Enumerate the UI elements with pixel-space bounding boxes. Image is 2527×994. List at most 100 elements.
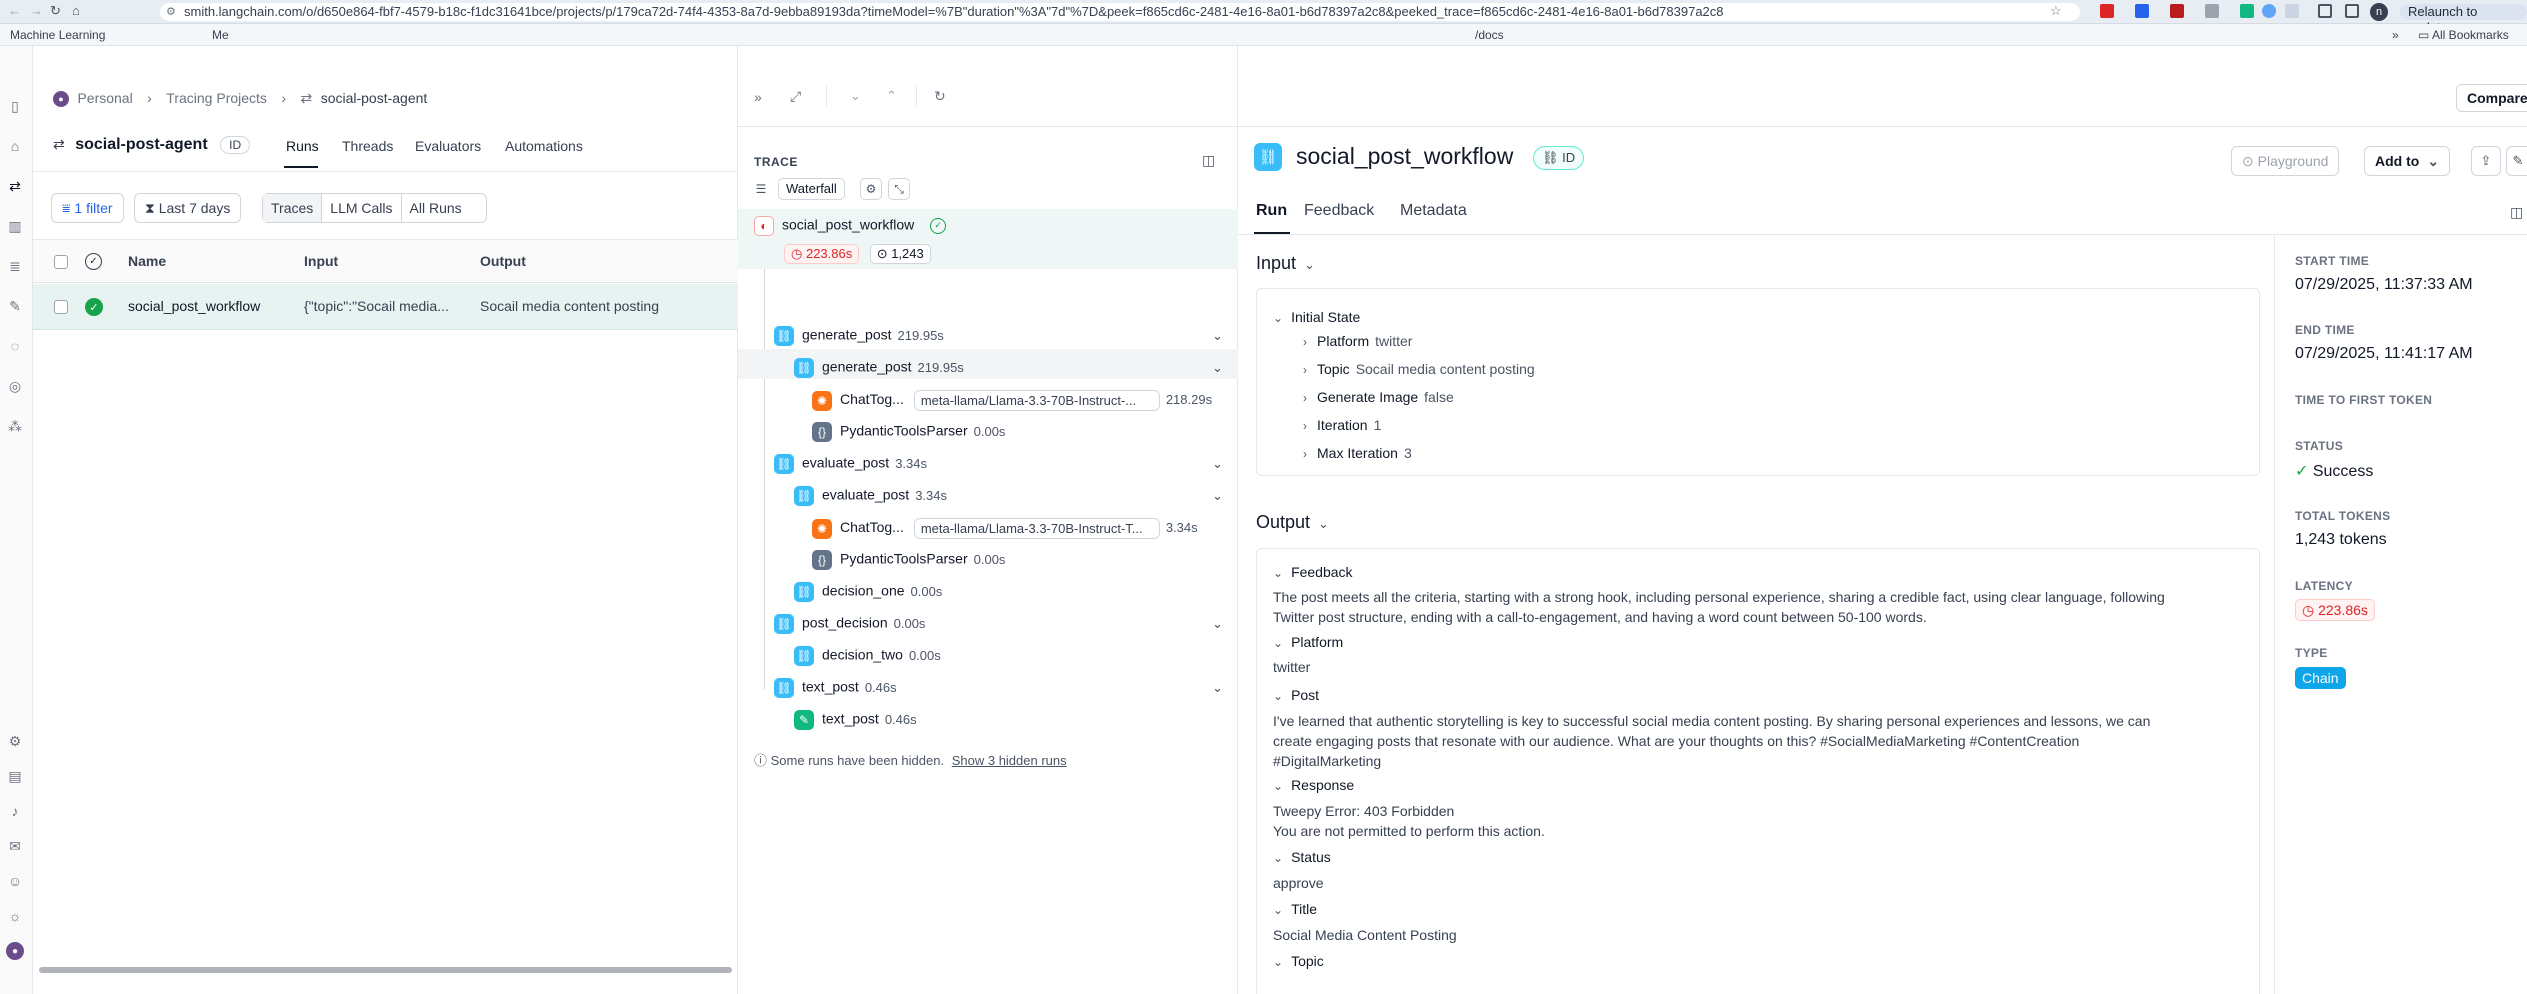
theme-icon[interactable]: ☼ (6, 907, 24, 925)
tab-automations[interactable]: Automations (505, 138, 583, 154)
waterfall-button[interactable]: Waterfall (778, 178, 845, 200)
prompts-icon[interactable]: ◌ (6, 337, 24, 355)
chevron-down-icon[interactable]: ⌄ (1212, 680, 1223, 696)
horizontal-scrollbar[interactable] (39, 967, 732, 973)
trace-root-node[interactable]: ◐ social_post_workflow ✓ (754, 216, 947, 236)
trace-node-decision-one[interactable]: ⛓ decision_one 0.00s (794, 582, 942, 602)
address-bar[interactable]: ⚙ smith.langchain.com/o/d650e864-fbf7-45… (160, 3, 2080, 21)
extension-icon[interactable] (2170, 4, 2184, 18)
settings-icon[interactable]: ⚙ (6, 732, 24, 750)
column-input[interactable]: Input (304, 253, 338, 269)
extension-icon[interactable] (2262, 4, 2276, 18)
output-key-platform[interactable]: ⌄ Platform (1273, 634, 1343, 650)
home-icon[interactable]: ⌂ (6, 137, 24, 155)
filter-button[interactable]: ⩸ 1 filter (51, 193, 124, 223)
star-icon[interactable]: ☆ (2050, 3, 2062, 19)
refresh-icon[interactable]: ↻ (934, 88, 946, 105)
bookmark-machine-learning[interactable]: Machine Learning (10, 28, 105, 42)
trace-node-evaluate-post[interactable]: ⛓ evaluate_post 3.34s (774, 454, 927, 474)
side-panel-icon[interactable]: ◫ (2510, 204, 2523, 221)
relaunch-button[interactable]: Relaunch to update (2400, 4, 2527, 35)
mail-icon[interactable]: ✉ (6, 837, 24, 855)
panel-toggle-icon[interactable]: ◫ (1202, 152, 1215, 169)
add-to-button[interactable]: Add to ⌄ (2364, 146, 2451, 176)
initial-state-row[interactable]: ⌄ Initial State (1273, 309, 1360, 325)
tab-run[interactable]: Run (1256, 202, 1287, 220)
compare-button[interactable]: Compare (2456, 84, 2527, 112)
tab-runs[interactable]: Runs (286, 138, 319, 154)
input-field-row[interactable]: › Iteration 1 (1303, 417, 1381, 433)
deployments-icon[interactable]: ◎ (6, 377, 24, 395)
collapse-sidebar-icon[interactable]: ▯ (6, 97, 24, 115)
trace-node-chat-llm[interactable]: ✺ ChatTog... meta-llama/Llama-3.3-70B-Inst… (812, 518, 1198, 539)
chevron-down-icon[interactable]: ⌄ (1212, 456, 1223, 472)
docs-icon[interactable]: ▤ (6, 767, 24, 785)
output-section-header[interactable]: Output ⌄ (1256, 512, 1329, 533)
camera-icon[interactable] (2285, 4, 2299, 18)
output-key-feedback[interactable]: ⌄ Feedback (1273, 564, 1353, 580)
tracing-icon[interactable]: ⇄ (6, 177, 24, 195)
datasets-icon[interactable]: ≣ (6, 257, 24, 275)
chevron-down-icon[interactable]: ⌄ (1212, 328, 1223, 344)
expand-panel-icon[interactable]: » (754, 89, 762, 105)
trace-node-parser[interactable]: {} PydanticToolsParser 0.00s (812, 550, 1005, 570)
show-hidden-runs-link[interactable]: Show 3 hidden runs (952, 753, 1067, 768)
back-icon[interactable]: ← (8, 3, 21, 18)
chevron-down-icon[interactable]: ⌄ (850, 88, 861, 104)
trace-node-decision-two[interactable]: ⛓ decision_two 0.00s (794, 646, 941, 666)
extensions-puzzle-icon[interactable] (2318, 4, 2332, 18)
notifications-icon[interactable]: ♪ (6, 802, 24, 820)
id-badge[interactable]: ID (220, 136, 251, 154)
input-field-row[interactable]: › Generate Image false (1303, 389, 1454, 405)
tab-metadata[interactable]: Metadata (1400, 202, 1467, 220)
output-key-title[interactable]: ⌄ Title (1273, 901, 1317, 917)
output-key-response[interactable]: ⌄ Response (1273, 777, 1354, 793)
output-key-topic[interactable]: ⌄ Topic (1273, 953, 1324, 969)
profile-avatar[interactable]: n (2370, 3, 2388, 21)
tab-threads[interactable]: Threads (342, 138, 393, 154)
segment-traces[interactable]: Traces (263, 194, 323, 222)
input-section-header[interactable]: Input ⌄ (1256, 253, 1315, 274)
trace-node-text-post-tool[interactable]: ✎ text_post 0.46s (794, 710, 917, 730)
invite-user-icon[interactable]: ☺ (6, 872, 24, 890)
input-field-row[interactable]: › Max Iteration 3 (1303, 445, 1412, 461)
home-icon[interactable]: ⌂ (72, 3, 80, 18)
extension-icon[interactable] (2240, 4, 2254, 18)
breadcrumb-projects[interactable]: Tracing Projects (166, 90, 267, 106)
trace-node-evaluate-post-inner[interactable]: ⛓ evaluate_post 3.34s (794, 486, 947, 506)
site-info-icon[interactable]: ⚙ (166, 3, 176, 21)
playground-button[interactable]: ⊙ Playground (2231, 146, 2340, 176)
trace-node-parser[interactable]: {} PydanticToolsParser 0.00s (812, 422, 1005, 442)
tab-feedback[interactable]: Feedback (1304, 202, 1374, 220)
reload-icon[interactable]: ↻ (50, 3, 61, 19)
monitoring-icon[interactable]: ▥ (6, 217, 24, 235)
trace-node-post-decision[interactable]: ⛓ post_decision 0.00s (774, 614, 925, 634)
trace-node-generate-post-inner[interactable]: ⛓ generate_post 219.95s (794, 358, 964, 378)
row-checkbox[interactable] (54, 300, 68, 314)
annotation-icon[interactable]: ✎ (6, 297, 24, 315)
output-key-status[interactable]: ⌄ Status (1273, 849, 1331, 865)
bookmark-me[interactable]: Me (212, 28, 229, 42)
trace-node-text-post[interactable]: ⛓ text_post 0.46s (774, 678, 897, 698)
trace-node-chat-llm[interactable]: ✺ ChatTog... meta-llama/Llama-3.3-70B-Inst… (812, 390, 1212, 411)
segment-llm-calls[interactable]: LLM Calls (322, 194, 402, 222)
input-field-row[interactable]: › Topic Socail media content posting (1303, 361, 1535, 377)
edit-icon[interactable]: ✎ (2506, 146, 2527, 176)
chevron-down-icon[interactable]: ⌄ (1212, 360, 1223, 376)
gear-icon[interactable]: ⚙ (860, 178, 882, 200)
forward-icon[interactable]: → (30, 3, 43, 18)
date-range-button[interactable]: ⧗ Last 7 days (134, 193, 242, 223)
bookmark-docs[interactable]: /docs (1475, 28, 1504, 42)
share-icon[interactable]: ⇪ (2471, 146, 2501, 176)
pdf-extension-icon[interactable] (2100, 4, 2114, 18)
collapse-icon[interactable]: ⤡ (888, 178, 910, 200)
chevron-down-icon[interactable]: ⌄ (1212, 488, 1223, 504)
fullscreen-icon[interactable]: ⤢ (790, 88, 801, 105)
input-field-row[interactable]: › Platform twitter (1303, 333, 1412, 349)
chevron-right-icon[interactable]: » (2392, 28, 2399, 42)
breadcrumb-org[interactable]: Personal (77, 90, 132, 106)
all-bookmarks[interactable]: ▭ All Bookmarks (2418, 28, 2509, 42)
trace-node-generate-post[interactable]: ⛓ generate_post 219.95s (774, 326, 944, 346)
id-badge[interactable]: ⛓ ID (1533, 146, 1585, 170)
user-avatar[interactable]: ● (6, 942, 24, 960)
